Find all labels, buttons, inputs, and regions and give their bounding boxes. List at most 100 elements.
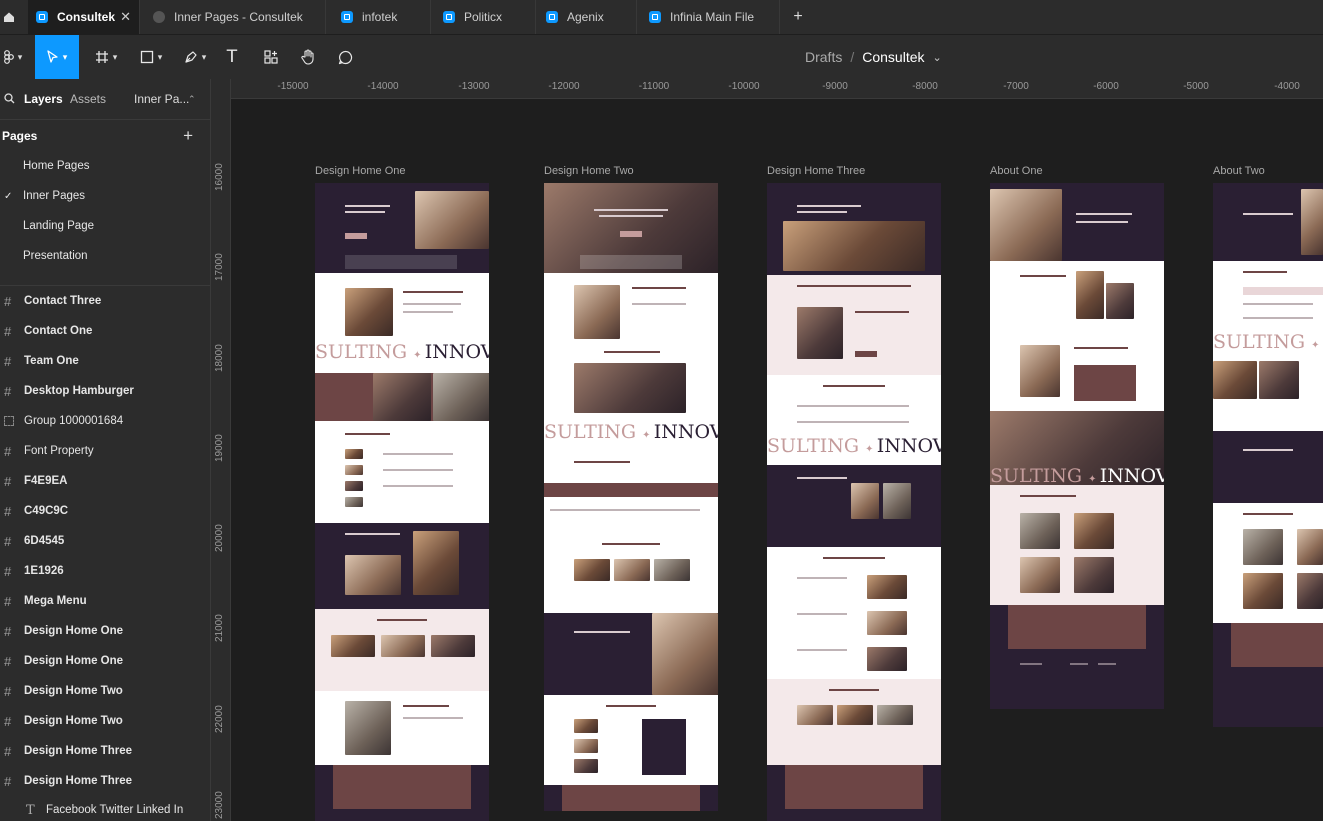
file-name[interactable]: Consultek xyxy=(862,49,924,65)
marquee-star: ✦ xyxy=(1311,340,1323,351)
layer-item[interactable]: # Design Home Two xyxy=(0,676,210,706)
page-item-home-pages[interactable]: Home Pages xyxy=(0,151,210,181)
layer-label: C49C9C xyxy=(24,505,69,517)
layer-label: 6D4545 xyxy=(24,535,65,547)
marquee-word: INNOVAT xyxy=(876,435,941,457)
partner-photo xyxy=(413,531,459,595)
text-line xyxy=(383,453,453,455)
pen-tool[interactable]: ▾ xyxy=(177,35,213,79)
layer-label: Design Home One xyxy=(24,625,124,637)
layer-label: Contact Three xyxy=(24,295,102,307)
blog-photo xyxy=(331,635,375,657)
frame-design-home-three[interactable]: SULTING ✦ INNOVAT xyxy=(767,183,941,821)
layer-item[interactable]: # Design Home One xyxy=(0,616,210,646)
cta-box xyxy=(785,765,923,809)
canvas[interactable]: -15000 -14000 -13000 -12000 -11000 -1000… xyxy=(211,79,1323,821)
text-line xyxy=(599,215,663,217)
text-line xyxy=(1243,213,1293,215)
frame-title[interactable]: About One xyxy=(990,165,1043,177)
layer-label: Facebook Twitter Linked In xyxy=(46,804,184,816)
page-item-landing-page[interactable]: Landing Page xyxy=(0,211,210,241)
layer-item[interactable]: # C49C9C xyxy=(0,496,210,526)
shape-tool[interactable]: ▾ xyxy=(133,35,169,79)
tab-assets[interactable]: Assets xyxy=(70,92,106,106)
layer-item[interactable]: # Mega Menu xyxy=(0,586,210,616)
layer-item[interactable]: # Design Home One xyxy=(0,646,210,676)
frame-about-two[interactable]: SULTING ✦ IN xyxy=(1213,183,1323,727)
layer-label: Desktop Hamburger xyxy=(24,385,134,397)
hand-tool[interactable] xyxy=(297,35,319,79)
ruler-label: -6000 xyxy=(1093,81,1119,92)
add-page-button[interactable]: + xyxy=(183,126,193,146)
new-tab-button[interactable]: + xyxy=(788,0,808,34)
layer-item[interactable]: # Design Home Three xyxy=(0,766,210,796)
layer-item[interactable]: #6D4545 xyxy=(0,526,210,556)
active-service-row xyxy=(544,483,718,497)
text-line xyxy=(797,477,847,479)
chevron-down-icon[interactable]: ⌄ xyxy=(933,51,942,64)
text-tool[interactable]: T xyxy=(222,35,242,79)
frame-title[interactable]: Design Home Three xyxy=(767,165,865,177)
search-icon[interactable] xyxy=(4,93,15,104)
frame-icon: # xyxy=(4,773,12,789)
chevron-up-icon[interactable]: ⌃ xyxy=(188,94,196,105)
service-thumb xyxy=(345,465,363,475)
page-selector[interactable]: Inner Pa... xyxy=(134,92,189,106)
hero-section xyxy=(767,183,941,275)
move-tool[interactable]: ▾ xyxy=(35,35,79,79)
tab-layers[interactable]: Layers xyxy=(24,92,63,106)
home-icon[interactable] xyxy=(0,0,18,34)
tab-inner-pages[interactable]: Inner Pages - Consultek xyxy=(145,0,326,34)
resources-tool[interactable] xyxy=(260,35,282,79)
frame-design-home-two[interactable]: SULTING ✦ INNOVAT xyxy=(544,183,718,811)
layer-item[interactable]: # Design Home Two xyxy=(0,706,210,736)
frame-design-home-one[interactable]: SULTING ✦ INNOVAT xyxy=(315,183,489,821)
figma-file-icon xyxy=(649,11,661,23)
layer-item[interactable]: # Contact Three xyxy=(0,286,210,316)
layer-item[interactable]: # Contact One xyxy=(0,316,210,346)
tab-politicx[interactable]: Politicx xyxy=(435,0,536,34)
panel-tabs: Layers Assets Inner Pa... ⌃ xyxy=(0,79,210,120)
frame-about-one[interactable]: SULTING ✦ INNOVAT xyxy=(990,183,1164,709)
layer-item[interactable]: # Design Home Three xyxy=(0,736,210,766)
layer-item[interactable]: # Team One xyxy=(0,346,210,376)
main-menu-icon[interactable]: ▾ xyxy=(0,35,26,79)
text-line xyxy=(345,433,390,435)
page-item-presentation[interactable]: Presentation xyxy=(0,241,210,271)
layer-item[interactable]: T Facebook Twitter Linked In xyxy=(0,795,210,821)
layer-item[interactable]: # Font Property xyxy=(0,436,210,466)
frame-title[interactable]: Design Home One xyxy=(315,165,406,177)
layer-label: Team One xyxy=(24,355,79,367)
frame-icon: # xyxy=(4,383,12,399)
frame-tool[interactable]: ▾ xyxy=(88,35,124,79)
text-line xyxy=(604,351,660,353)
layer-label: Design Home Three xyxy=(24,775,132,787)
page-item-inner-pages[interactable]: ✓ Inner Pages xyxy=(0,181,210,211)
layer-item[interactable]: # Desktop Hamburger xyxy=(0,376,210,406)
team-section xyxy=(990,485,1164,605)
blog-thumb xyxy=(574,759,598,773)
stats-about-section xyxy=(767,275,941,375)
comment-tool[interactable] xyxy=(334,35,356,79)
layer-item[interactable]: #1E1926 xyxy=(0,556,210,586)
strip-photo xyxy=(433,373,489,421)
text-line xyxy=(1243,271,1287,273)
frame-icon: # xyxy=(4,683,12,699)
tab-infotek[interactable]: infotek xyxy=(333,0,431,34)
about-photo xyxy=(1106,283,1134,319)
tab-agenix[interactable]: Agenix xyxy=(538,0,637,34)
breadcrumb-drafts[interactable]: Drafts xyxy=(805,49,842,65)
partner-photo xyxy=(345,555,401,595)
layer-item[interactable]: # F4E9EA xyxy=(0,466,210,496)
about-photo xyxy=(797,307,843,359)
frame-title[interactable]: Design Home Two xyxy=(544,165,634,177)
about-section: SULTING ✦ INNOVAT xyxy=(544,273,718,453)
text-line xyxy=(403,311,453,313)
tab-infinia[interactable]: Infinia Main File xyxy=(641,0,780,34)
close-tab-icon[interactable]: ✕ xyxy=(120,9,131,25)
layer-item[interactable]: Group 1000001684 xyxy=(0,406,210,436)
frame-title[interactable]: About Two xyxy=(1213,165,1265,177)
service-thumb xyxy=(345,449,363,459)
tab-consultek[interactable]: Consultek ✕ xyxy=(28,0,140,34)
group-icon xyxy=(4,416,14,426)
